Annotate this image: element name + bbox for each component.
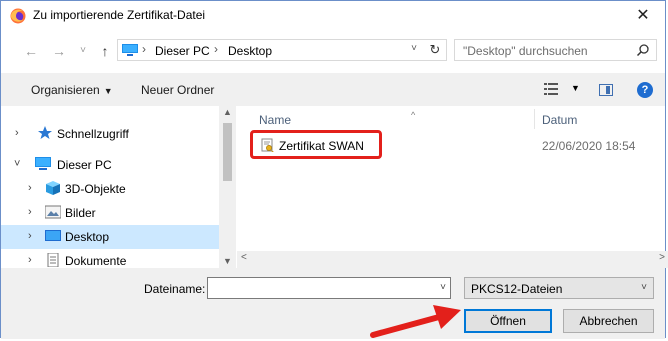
navigation-pane: › Schnellzugriff ˅ Dieser PC › 3D-Objekt…	[1, 105, 219, 268]
dialog-footer: Dateiname: ˅ PKCS12-Dateien ˅ Öffnen Abb…	[1, 268, 665, 339]
expand-arrow-icon[interactable]: ›	[28, 206, 32, 218]
collapse-arrow-icon[interactable]: ˅	[14, 158, 20, 170]
firefox-icon	[10, 8, 26, 24]
view-caret-icon[interactable]: ▼	[571, 83, 580, 93]
scroll-left-icon[interactable]: <	[241, 252, 247, 263]
list-item[interactable]: Zertifikat SWAN 22/06/2020 18:54	[250, 130, 668, 159]
recent-locations-button[interactable]: ˅	[73, 41, 93, 61]
scrollbar-thumb[interactable]	[223, 123, 232, 181]
forward-button[interactable]: →	[49, 41, 69, 61]
scroll-up-icon[interactable]: ▲	[219, 107, 236, 117]
command-toolbar: Organisieren ▼ Neuer Ordner ▼ ?	[1, 73, 665, 106]
breadcrumb-separator: ›	[142, 42, 146, 56]
organize-button[interactable]: Organisieren ▼	[31, 83, 113, 97]
breadcrumb-separator: ›	[214, 42, 218, 56]
expand-arrow-icon[interactable]: ›	[28, 230, 32, 242]
scroll-down-icon[interactable]: ▼	[219, 256, 236, 266]
scroll-right-icon[interactable]: >	[659, 252, 665, 263]
back-button[interactable]: ←	[21, 41, 41, 61]
breadcrumb-desktop[interactable]: Desktop	[228, 44, 272, 58]
address-dropdown-button[interactable]: ˅	[406, 43, 422, 54]
file-date: 22/06/2020 18:54	[542, 139, 636, 153]
computer-icon	[122, 44, 138, 56]
file-list-horizontal-scrollbar[interactable]: < >	[237, 251, 668, 268]
organize-caret-icon: ▼	[103, 86, 113, 96]
filename-label: Dateiname:	[144, 282, 206, 296]
chevron-down-icon[interactable]: ˅	[440, 282, 446, 293]
sidebar-item-desktop[interactable]: › Desktop	[1, 225, 219, 249]
sidebar-item-label: 3D-Objekte	[65, 182, 126, 196]
documents-icon	[47, 253, 59, 267]
sidebar-item-pictures[interactable]: › Bilder	[1, 201, 219, 225]
expand-arrow-icon[interactable]: ›	[28, 254, 32, 266]
file-list: Name ^ Datum Zertifikat SWAN 22/06/2020 …	[237, 105, 668, 255]
refresh-button[interactable]: ↻	[426, 42, 444, 58]
sidebar-item-quick-access[interactable]: › Schnellzugriff	[1, 122, 219, 146]
sidebar-item-documents[interactable]: › Dokumente	[1, 249, 219, 268]
column-header-label: Name	[259, 113, 292, 127]
help-icon[interactable]: ?	[637, 82, 653, 98]
organize-label: Organisieren	[31, 83, 100, 97]
column-header-name[interactable]: Name ^	[259, 110, 415, 127]
search-icon	[636, 44, 649, 57]
sidebar-item-label: Desktop	[65, 230, 110, 244]
window-title: Zu importierende Zertifikat-Datei	[33, 8, 206, 22]
cube-icon	[46, 181, 60, 195]
file-name: Zertifikat SWAN	[279, 139, 364, 153]
navigation-scrollbar[interactable]: ▲ ▼	[219, 105, 236, 268]
filetype-select[interactable]: PKCS12-Dateien ˅	[464, 277, 654, 299]
filetype-value: PKCS12-Dateien	[471, 282, 563, 296]
expand-arrow-icon[interactable]: ›	[28, 182, 32, 194]
expand-arrow-icon[interactable]: ›	[15, 127, 19, 139]
filename-field[interactable]: ˅	[207, 277, 451, 299]
search-placeholder: "Desktop" durchsuchen	[463, 44, 588, 58]
sidebar-item-label: Bilder	[65, 206, 96, 220]
sidebar-item-this-pc[interactable]: ˅ Dieser PC	[1, 153, 219, 177]
column-divider[interactable]	[534, 109, 535, 129]
sidebar-item-label: Dokumente	[65, 254, 127, 268]
star-icon	[38, 126, 52, 139]
sidebar-item-label: Schnellzugriff	[57, 127, 129, 141]
certificate-icon	[261, 138, 274, 152]
close-button[interactable]: ✕	[621, 1, 665, 31]
sidebar-item-3d-objects[interactable]: › 3D-Objekte	[1, 177, 219, 201]
up-button[interactable]: ↑	[95, 41, 115, 61]
open-button[interactable]: Öffnen	[464, 309, 552, 333]
address-bar[interactable]: › Dieser PC › Desktop ˅ ↻	[117, 39, 447, 61]
search-input[interactable]: "Desktop" durchsuchen	[454, 39, 657, 61]
breadcrumb-this-pc[interactable]: Dieser PC	[155, 44, 210, 58]
file-open-dialog: Zu importierende Zertifikat-Datei ✕ ← → …	[0, 0, 668, 339]
preview-pane-icon[interactable]	[599, 84, 613, 96]
desktop-icon	[45, 230, 61, 241]
pictures-icon	[45, 205, 61, 219]
view-options-icon[interactable]	[544, 83, 558, 95]
computer-icon	[35, 157, 51, 170]
column-header-date[interactable]: Datum	[542, 113, 577, 127]
chevron-down-icon: ˅	[641, 282, 647, 293]
address-row: ← → ˅ ↑ › Dieser PC › Desktop ˅ ↻ "Deskt…	[1, 39, 665, 63]
title-bar: Zu importierende Zertifikat-Datei ✕	[1, 1, 665, 31]
new-folder-button[interactable]: Neuer Ordner	[141, 83, 214, 97]
sort-ascending-icon: ^	[411, 110, 416, 120]
sidebar-item-label: Dieser PC	[57, 158, 112, 172]
cancel-button[interactable]: Abbrechen	[563, 309, 654, 333]
